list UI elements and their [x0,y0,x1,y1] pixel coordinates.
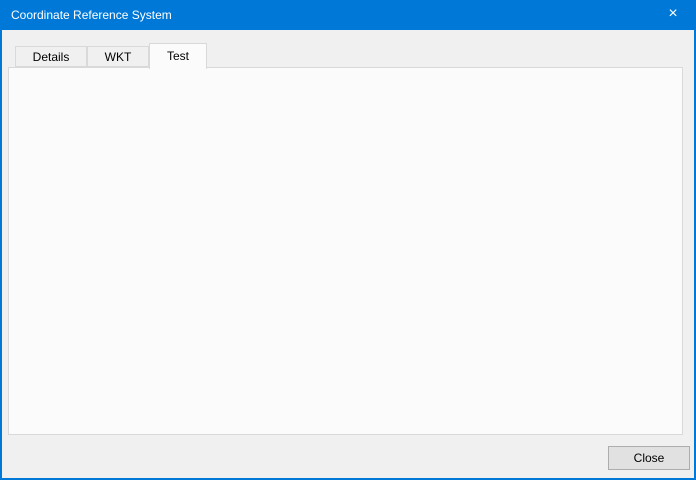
tab-wkt[interactable]: WKT [87,46,149,67]
tab-test-label: Test [167,49,189,63]
close-button-label: Close [634,451,665,465]
close-icon: × [668,5,677,22]
crs-dialog-window: Coordinate Reference System × Details WK… [0,0,696,480]
titlebar[interactable]: Coordinate Reference System × [0,0,696,30]
tab-details-label: Details [33,50,70,64]
tab-wkt-label: WKT [105,50,132,64]
tab-details[interactable]: Details [15,46,87,67]
window-title: Coordinate Reference System [11,0,172,30]
close-button[interactable]: Close [608,446,690,470]
tab-test[interactable]: Test [149,43,207,69]
window-close-button[interactable]: × [650,0,696,30]
test-tab-panel [8,67,683,435]
